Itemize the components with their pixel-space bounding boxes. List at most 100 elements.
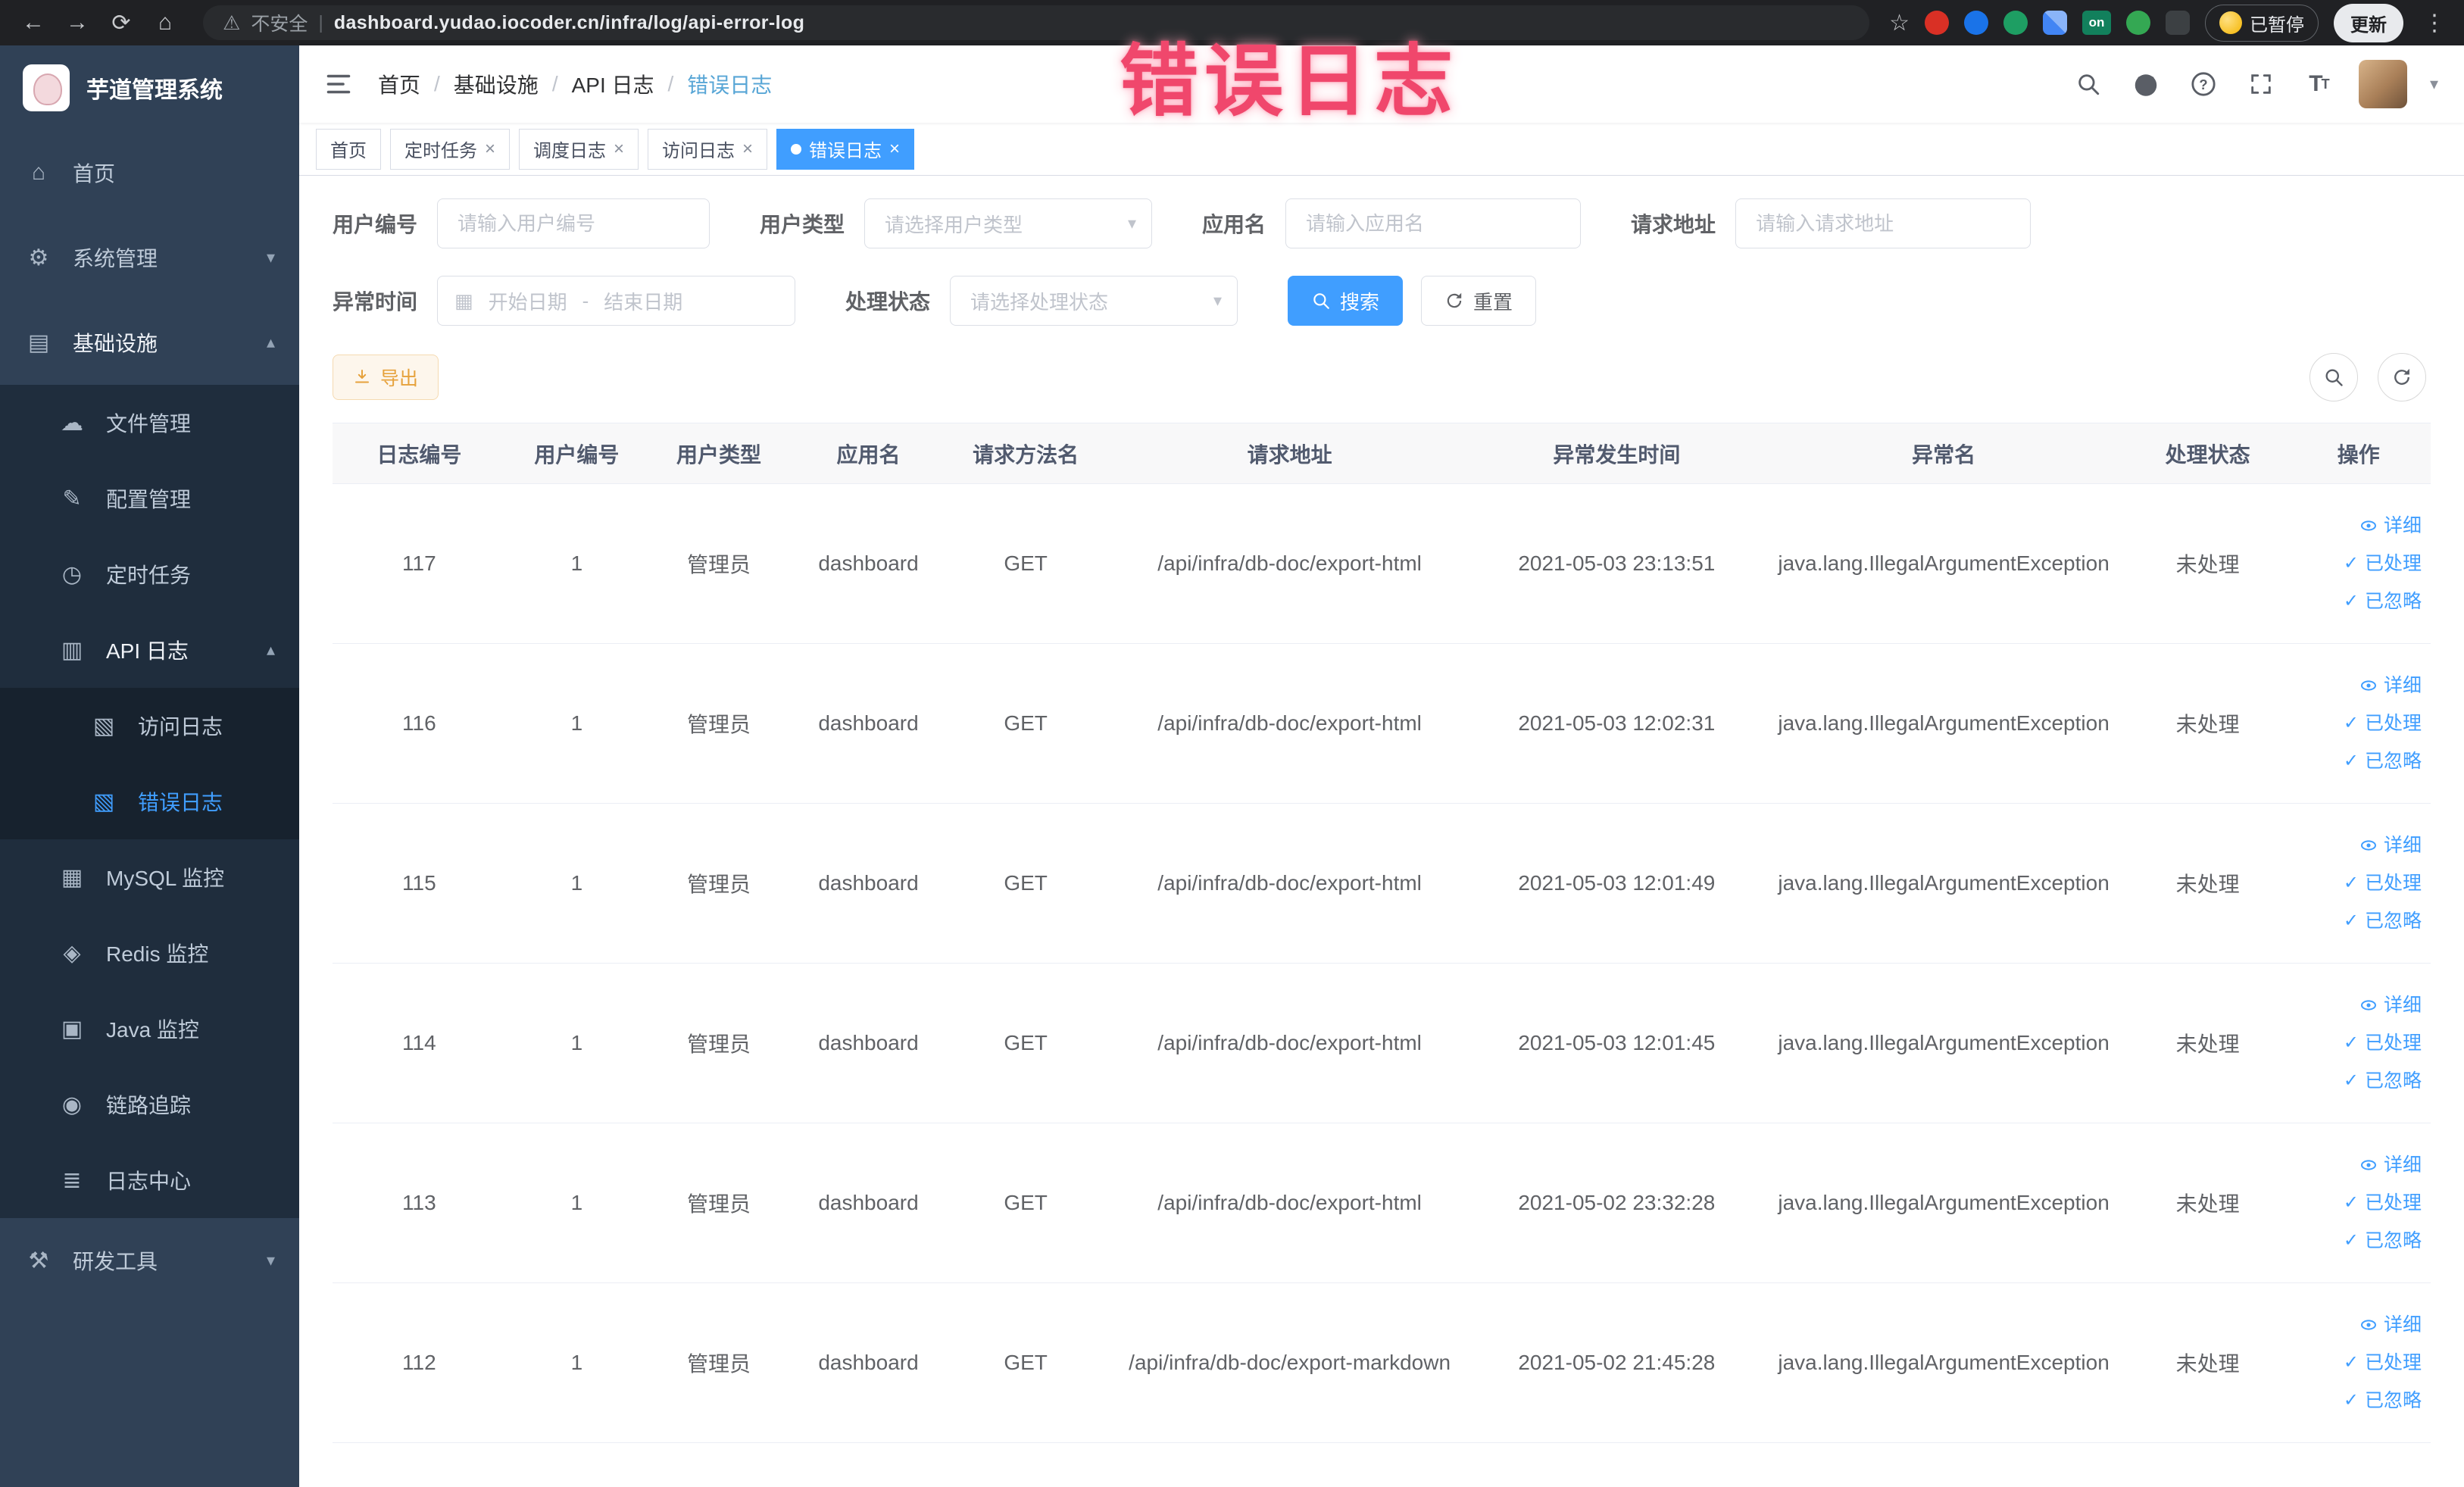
close-icon[interactable]: × <box>485 139 495 160</box>
sidebar-item-home[interactable]: ⌂ 首页 <box>0 130 299 215</box>
sidebar-item-label: API 日志 <box>106 639 189 663</box>
cell-status: 未处理 <box>2128 643 2287 804</box>
sidebar-item-file-manage[interactable]: ☁ 文件管理 <box>0 385 299 461</box>
chevron-down-icon[interactable]: ▾ <box>2430 74 2438 94</box>
sidebar-item-label: 访问日志 <box>138 715 223 739</box>
mark-processed-link[interactable]: ✓ 已处理 <box>2295 1344 2422 1382</box>
search-button[interactable]: 搜索 <box>1288 276 1404 326</box>
cell-user-type: 管理员 <box>648 1123 790 1283</box>
mark-ignored-link[interactable]: ✓ 已忽略 <box>2295 1382 2422 1420</box>
sidebar-item-access-log[interactable]: ▧ 访问日志 <box>0 688 299 764</box>
detail-link[interactable]: 详细 <box>2295 986 2422 1024</box>
sidebar-item-infra[interactable]: ▤ 基础设施 ▴ <box>0 300 299 385</box>
address-bar[interactable]: ⚠ 不安全 | dashboard.yudao.iocoder.cn/infra… <box>203 5 1870 40</box>
cell-user-type: 管理员 <box>648 643 790 804</box>
tab-error-log[interactable]: 错误日志 × <box>776 128 915 170</box>
range-separator: - <box>582 289 589 312</box>
cell-app-name: dashboard <box>789 643 948 804</box>
export-button[interactable]: 导出 <box>333 355 439 400</box>
detail-link[interactable]: 详细 <box>2295 826 2422 864</box>
extension-icon-green[interactable] <box>2003 11 2028 35</box>
toggle-search-button[interactable] <box>2309 353 2358 401</box>
font-size-icon[interactable]: TT <box>2301 67 2336 102</box>
chevron-up-icon: ▴ <box>266 640 275 659</box>
java-icon: ▣ <box>61 1016 83 1042</box>
redis-icon: ◈ <box>63 940 81 966</box>
close-icon[interactable]: × <box>889 139 900 160</box>
cell-request-url: /api/infra/db-doc/export-html <box>1104 1123 1476 1283</box>
app-name-input[interactable] <box>1285 198 1582 248</box>
refresh-button[interactable] <box>2378 353 2426 401</box>
user-type-select[interactable]: 请选择用户类型 ▾ <box>864 198 1153 248</box>
detail-link[interactable]: 详细 <box>2295 1306 2422 1344</box>
extension-icon-leaf[interactable] <box>2126 11 2150 35</box>
sidebar-item-dev-tools[interactable]: ⚒ 研发工具 ▾ <box>0 1218 299 1303</box>
process-status-select[interactable]: 请选择处理状态 ▾ <box>950 276 1238 326</box>
mark-ignored-link[interactable]: ✓ 已忽略 <box>2295 742 2422 780</box>
paused-badge[interactable]: 已暂停 <box>2205 4 2319 42</box>
error-log-table: 日志编号 用户编号 用户类型 应用名 请求方法名 请求地址 异常发生时间 异常名 处理状态 操作 … <box>333 423 2431 1443</box>
tab-schedule-log[interactable]: 调度日志 × <box>519 128 639 170</box>
help-icon[interactable] <box>2186 67 2221 102</box>
column-header: 日志编号 <box>333 423 506 484</box>
browser-reload-button[interactable]: ⟳ <box>101 5 141 41</box>
table-body: 117 1 管理员 dashboard GET /api/infra/db-do… <box>333 483 2431 1443</box>
page-content: 用户编号 用户类型 请选择用户类型 ▾ 应用名 请求地址 <box>299 176 2464 1487</box>
fullscreen-icon[interactable] <box>2244 67 2278 102</box>
browser-forward-button[interactable]: → <box>58 5 97 41</box>
mark-processed-link[interactable]: ✓ 已处理 <box>2295 545 2422 583</box>
sidebar-item-scheduled-task[interactable]: ◷ 定时任务 <box>0 536 299 612</box>
sidebar-item-mysql-monitor[interactable]: ▦ MySQL 监控 <box>0 839 299 915</box>
browser-back-button[interactable]: ← <box>14 5 53 41</box>
mark-processed-link[interactable]: ✓ 已处理 <box>2295 864 2422 902</box>
browser-menu-icon[interactable]: ⋮ <box>2419 10 2450 36</box>
bookmark-star-icon[interactable]: ☆ <box>1889 10 1910 36</box>
table-tools <box>2309 353 2426 401</box>
sidebar-item-error-log[interactable]: ▧ 错误日志 <box>0 764 299 839</box>
mark-processed-link[interactable]: ✓ 已处理 <box>2295 1184 2422 1222</box>
mark-processed-link[interactable]: ✓ 已处理 <box>2295 1024 2422 1062</box>
sidebar-item-java-monitor[interactable]: ▣ Java 监控 <box>0 991 299 1067</box>
breadcrumb-item[interactable]: 基础设施 <box>454 69 539 99</box>
tab-home[interactable]: 首页 <box>316 128 381 170</box>
sidebar-item-log-center[interactable]: ≣ 日志中心 <box>0 1142 299 1218</box>
sidebar-item-api-log[interactable]: ▥ API 日志 ▴ <box>0 612 299 688</box>
logo[interactable]: 芋道管理系统 <box>0 45 299 130</box>
browser-home-button[interactable]: ⌂ <box>145 5 185 41</box>
search-icon[interactable] <box>2071 67 2106 102</box>
extension-icon-grid[interactable] <box>2043 11 2067 35</box>
date-range-picker[interactable]: ▦ 开始日期 - 结束日期 <box>437 276 796 326</box>
mark-processed-link[interactable]: ✓ 已处理 <box>2295 704 2422 742</box>
sidebar-item-config-manage[interactable]: ✎ 配置管理 <box>0 461 299 536</box>
sidebar-item-system[interactable]: ⚙ 系统管理 ▾ <box>0 215 299 300</box>
mark-ignored-link[interactable]: ✓ 已忽略 <box>2295 1062 2422 1100</box>
cell-app-name: dashboard <box>789 1282 948 1443</box>
mark-ignored-link[interactable]: ✓ 已忽略 <box>2295 902 2422 940</box>
cell-method: GET <box>947 643 1104 804</box>
close-icon[interactable]: × <box>742 139 753 160</box>
breadcrumb-item[interactable]: 首页 <box>378 69 420 99</box>
sidebar-item-tracing[interactable]: ◉ 链路追踪 <box>0 1067 299 1142</box>
reset-button[interactable]: 重置 <box>1421 276 1537 326</box>
detail-link[interactable]: 详细 <box>2295 667 2422 704</box>
tab-access-log[interactable]: 访问日志 × <box>648 128 768 170</box>
ignored-link-label: 已忽略 <box>2364 591 2422 612</box>
sidebar-item-redis-monitor[interactable]: ◈ Redis 监控 <box>0 915 299 991</box>
extension-icon-on-badge[interactable]: on <box>2082 11 2111 35</box>
mark-ignored-link[interactable]: ✓ 已忽略 <box>2295 583 2422 620</box>
extension-icon-red[interactable] <box>1925 11 1949 35</box>
hamburger-icon[interactable] <box>325 70 352 98</box>
github-icon[interactable] <box>2128 67 2163 102</box>
mark-ignored-link[interactable]: ✓ 已忽略 <box>2295 1222 2422 1260</box>
detail-link[interactable]: 详细 <box>2295 507 2422 545</box>
tab-scheduled-task[interactable]: 定时任务 × <box>390 128 511 170</box>
extension-icon-dark[interactable] <box>2166 11 2190 35</box>
extension-icon-blue[interactable] <box>1964 11 1988 35</box>
browser-update-button[interactable]: 更新 <box>2334 3 2403 42</box>
breadcrumb-item[interactable]: API 日志 <box>572 69 654 99</box>
detail-link[interactable]: 详细 <box>2295 1146 2422 1184</box>
user-id-input[interactable] <box>437 198 710 248</box>
close-icon[interactable]: × <box>614 139 624 160</box>
request-url-input[interactable] <box>1735 198 2031 248</box>
avatar[interactable] <box>2358 60 2407 108</box>
